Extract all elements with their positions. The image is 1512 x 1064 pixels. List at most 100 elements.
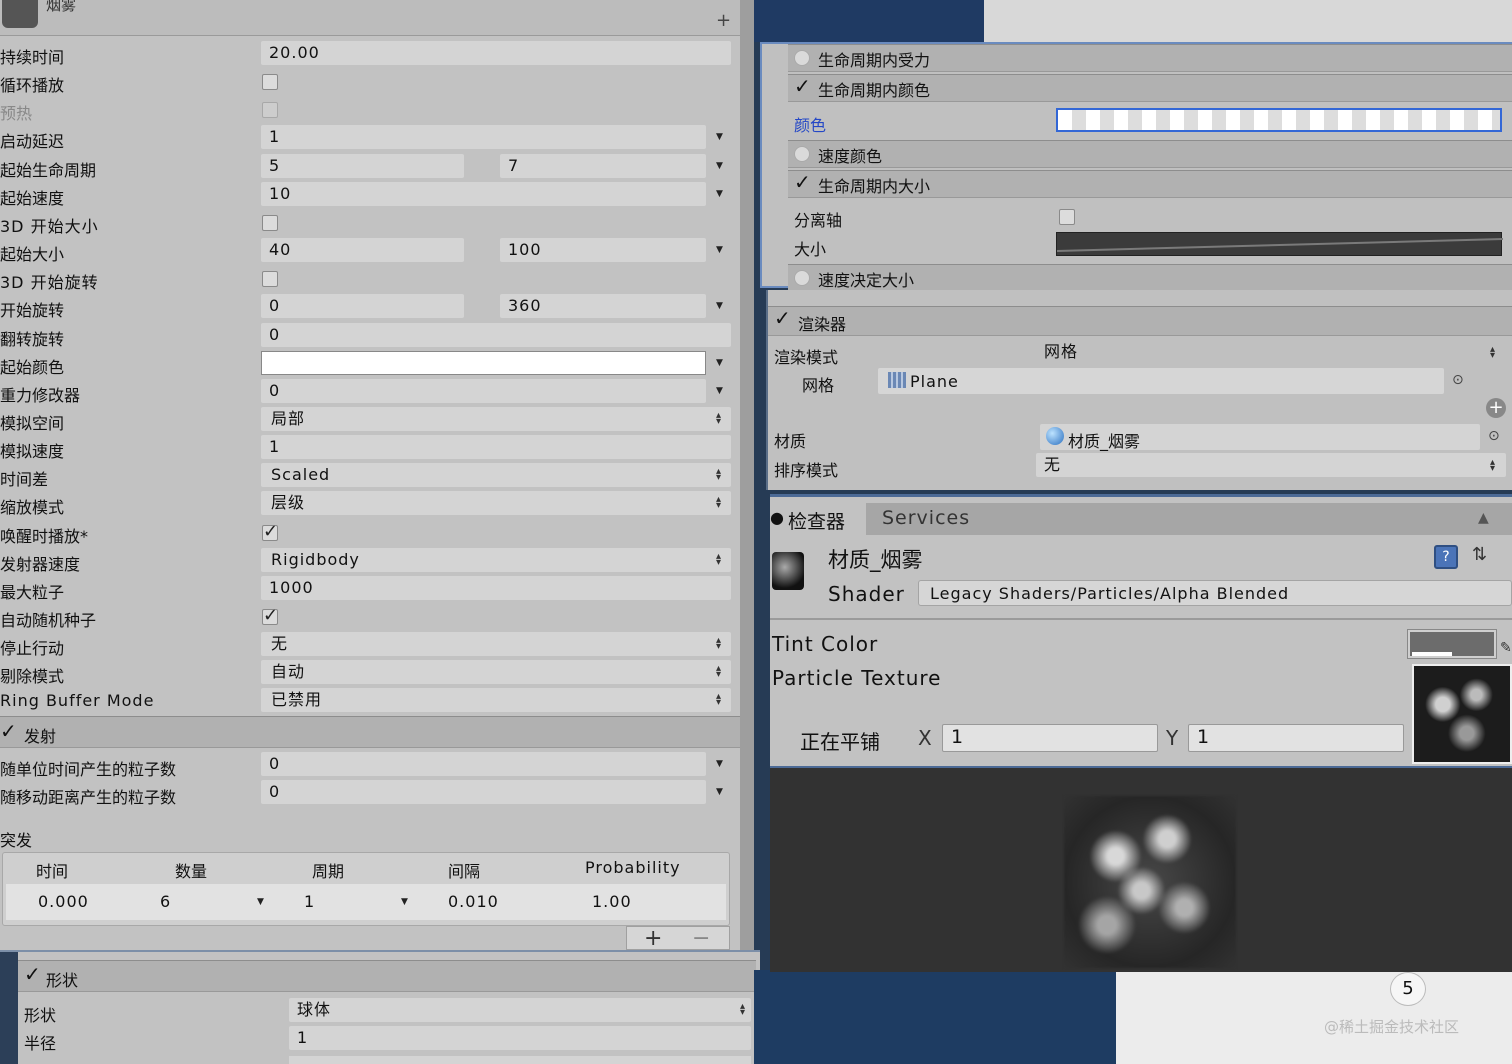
module-header-row[interactable]: [788, 140, 1512, 168]
burst-add-button[interactable]: +: [644, 926, 662, 951]
lock-icon[interactable]: ▲: [1478, 510, 1489, 526]
main-row-dropdown[interactable]: Rigidbody: [261, 548, 731, 572]
inspector-tab-label[interactable]: 检查器: [788, 507, 845, 534]
module-toggle[interactable]: [794, 270, 810, 286]
main-row-min-field[interactable]: 0: [261, 294, 464, 318]
main-row-checkbox[interactable]: ✓: [262, 607, 278, 625]
shape-type-dropdown[interactable]: 球体: [289, 998, 751, 1022]
module-check[interactable]: ✓: [794, 170, 811, 194]
burst-time-field[interactable]: 0.000: [30, 890, 125, 914]
main-row-arrow[interactable]: ▼: [716, 301, 723, 311]
tiling-y-field[interactable]: 1: [1188, 724, 1404, 752]
main-row-field[interactable]: 0: [261, 323, 731, 347]
main-row-checkbox[interactable]: ✓: [262, 523, 278, 541]
module-toggle[interactable]: [794, 146, 810, 162]
main-row-arrow[interactable]: ▼: [716, 161, 723, 171]
main-row-dropdown[interactable]: 局部: [261, 407, 731, 431]
burst-interval-field[interactable]: 0.010: [440, 890, 550, 914]
eyedropper-icon[interactable]: ✎: [1500, 640, 1512, 656]
burst-cycles-arrow[interactable]: ▼: [401, 897, 408, 907]
module-header-label: 生命周期内大小: [818, 177, 931, 196]
main-row-label: 起始颜色: [0, 358, 65, 377]
material-title: 材质_烟雾: [828, 548, 923, 572]
scene-background-light: [984, 0, 1512, 42]
sort-mode-dropdown[interactable]: 无: [1036, 453, 1506, 477]
services-tab[interactable]: Services: [882, 507, 970, 529]
scene-badge[interactable]: 5: [1390, 972, 1426, 1006]
main-row-checkbox: [262, 102, 278, 118]
burst-count-field[interactable]: 6: [152, 890, 247, 914]
module-check[interactable]: ✓: [794, 74, 811, 98]
emission-header-label: 发射: [24, 727, 57, 746]
main-row-updown-icon: ▴ ▾: [716, 635, 722, 652]
material-preview-icon: [772, 552, 804, 590]
burst-count-arrow[interactable]: ▼: [257, 897, 264, 907]
main-row-checkbox[interactable]: [262, 215, 278, 231]
add-module-button[interactable]: +: [716, 10, 731, 31]
separate-axes-checkbox[interactable]: [1059, 209, 1075, 225]
main-row-updown-icon: ▴ ▾: [716, 410, 722, 427]
main-row-dropdown[interactable]: 已禁用: [261, 688, 731, 712]
burst-probability-field[interactable]: 1.00: [584, 890, 704, 914]
burst-cycles-field[interactable]: 1: [296, 890, 391, 914]
help-icon[interactable]: ?: [1434, 545, 1458, 569]
main-row-checkbox[interactable]: [262, 74, 278, 90]
main-row-arrow[interactable]: ▼: [716, 189, 723, 199]
main-row-dropdown[interactable]: 自动: [261, 660, 731, 684]
main-row-dropdown[interactable]: 层级: [261, 491, 731, 515]
add-mesh-button[interactable]: +: [1486, 398, 1506, 418]
main-row-arrow[interactable]: ▼: [716, 132, 723, 142]
emission-check[interactable]: ✓: [0, 719, 17, 743]
render-mode-updown-icon: ▴ ▾: [1490, 344, 1496, 361]
main-row-max-field[interactable]: 100: [500, 238, 706, 262]
tiling-label: 正在平铺: [800, 730, 880, 754]
panel-scrollbar[interactable]: [740, 0, 754, 950]
mesh-picker-icon[interactable]: ⊙: [1452, 372, 1464, 388]
burst-col-count: 数量: [175, 862, 208, 881]
emission-rate-time-label: 随单位时间产生的粒子数: [0, 760, 177, 779]
color-gradient-field[interactable]: [1056, 108, 1502, 132]
main-row-field[interactable]: 1: [261, 125, 706, 149]
shape-module-header[interactable]: [18, 960, 756, 992]
main-row-arrow[interactable]: ▼: [716, 245, 723, 255]
mesh-object-field[interactable]: [878, 368, 1444, 394]
emission-rate-distance-field[interactable]: 0: [261, 780, 706, 804]
start-color-field[interactable]: [261, 351, 706, 375]
main-row-field[interactable]: 1000: [261, 576, 731, 600]
main-row-max-field[interactable]: 360: [500, 294, 706, 318]
shape-check[interactable]: ✓: [24, 962, 41, 986]
module-toggle[interactable]: [794, 50, 810, 66]
mesh-label: 网格: [802, 376, 835, 395]
main-row-field[interactable]: 10: [261, 182, 706, 206]
settings-sliders-icon[interactable]: ⇅: [1472, 544, 1487, 565]
renderer-module-header[interactable]: [768, 306, 1512, 336]
main-row-min-field[interactable]: 40: [261, 238, 464, 262]
main-row-field[interactable]: 20.00: [261, 41, 731, 65]
material-picker-icon[interactable]: ⊙: [1488, 428, 1500, 444]
burst-add-remove-bar: [626, 926, 730, 950]
render-mode-dropdown[interactable]: 网格: [1036, 340, 1506, 364]
shape-radius-field[interactable]: 1: [289, 1026, 751, 1050]
size-curve-field[interactable]: [1056, 232, 1504, 256]
main-row-field[interactable]: 0: [261, 379, 706, 403]
main-row-checkbox[interactable]: [262, 271, 278, 287]
main-row-max-field[interactable]: 7: [500, 154, 706, 178]
tiling-x-field[interactable]: 1: [942, 724, 1158, 752]
emission-rate-time-field[interactable]: 0: [261, 752, 706, 776]
burst-remove-button[interactable]: −: [692, 926, 710, 951]
main-row-label: 起始大小: [0, 245, 65, 264]
renderer-check[interactable]: ✓: [774, 306, 791, 330]
main-row-arrow[interactable]: ▼: [716, 358, 723, 368]
mesh-value: Plane: [910, 372, 959, 391]
main-row-updown-icon: ▴ ▾: [716, 466, 722, 483]
main-row-label: 停止行动: [0, 639, 65, 658]
emission-rate-time-arrow[interactable]: ▼: [716, 759, 723, 769]
main-row-min-field[interactable]: 5: [261, 154, 464, 178]
main-row-dropdown[interactable]: 无: [261, 632, 731, 656]
emission-module-header[interactable]: [0, 716, 740, 748]
emission-rate-distance-arrow[interactable]: ▼: [716, 787, 723, 797]
main-row-field[interactable]: 1: [261, 435, 731, 459]
main-row-dropdown[interactable]: Scaled: [261, 463, 731, 487]
particle-texture-thumbnail[interactable]: [1412, 664, 1512, 764]
main-row-arrow[interactable]: ▼: [716, 386, 723, 396]
